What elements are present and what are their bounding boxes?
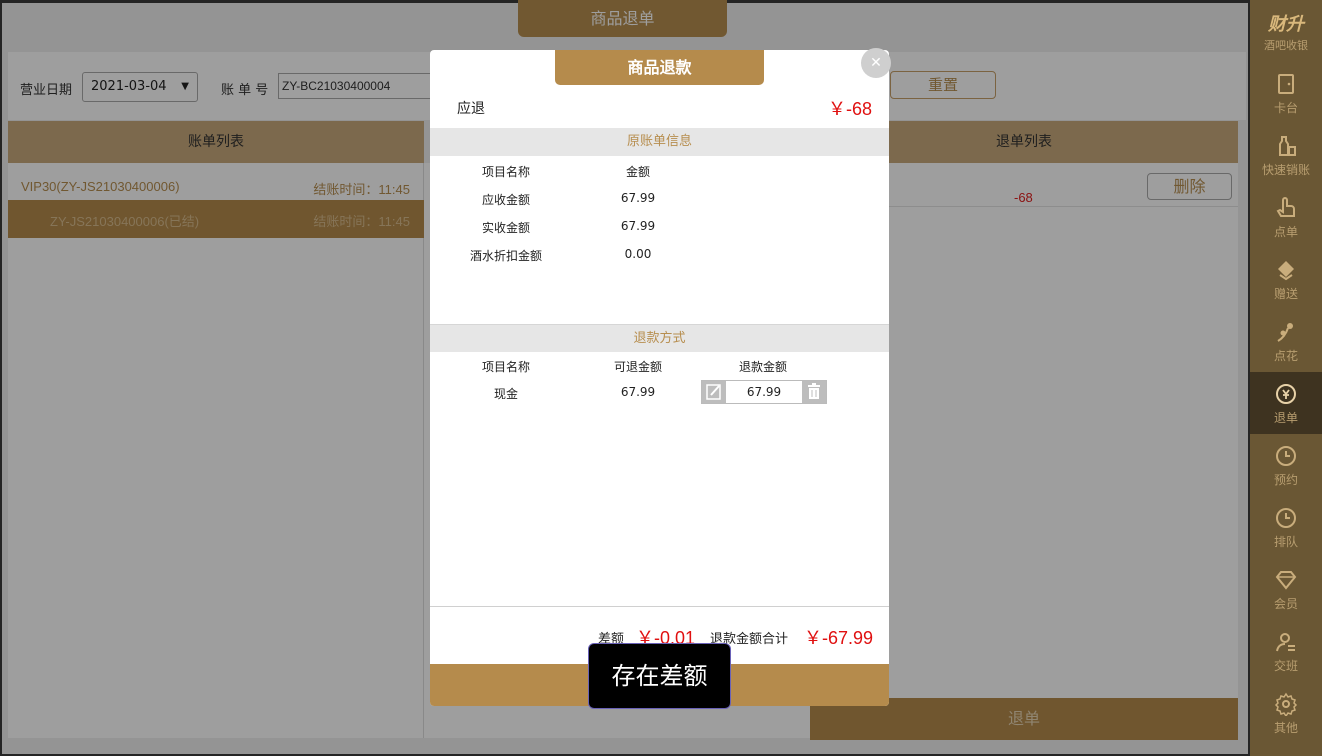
sidebar-item-member[interactable]: 会员: [1250, 558, 1322, 620]
refund-dialog: 商品退款 ✕ 应退 ￥-68 原账单信息 项目名称 金额 应收金额 67.99 …: [430, 48, 891, 706]
refund-amount-input[interactable]: 67.99: [726, 381, 802, 403]
row-label: 应收金额: [481, 193, 530, 207]
row-label: 酒水折扣金额: [469, 249, 542, 263]
close-icon[interactable]: ✕: [861, 48, 891, 78]
column-header: 项目名称: [481, 360, 530, 374]
refund-amount-editor: 67.99: [701, 380, 827, 404]
gear-icon: [1274, 692, 1298, 716]
sidebar-item-flower[interactable]: 点花: [1250, 310, 1322, 372]
sidebar-item-queue[interactable]: 排队: [1250, 496, 1322, 558]
sidebar-item-reserve[interactable]: 预约: [1250, 434, 1322, 496]
hand-pointer-icon: [1276, 197, 1295, 217]
original-bill-section-header: 原账单信息: [430, 128, 889, 156]
row-value: 0.00: [624, 247, 652, 261]
row-value: 67.99: [620, 191, 656, 205]
sidebar-item-label: 退单: [1273, 411, 1298, 425]
refund-method-section-header: 退款方式: [430, 324, 889, 352]
sidebar-item-shift[interactable]: 交班: [1250, 620, 1322, 682]
column-header: 金额: [625, 165, 650, 179]
sidebar-item-label: 点花: [1273, 349, 1298, 363]
user-handover-icon: [1276, 633, 1295, 652]
row-value: 67.99: [620, 219, 656, 233]
sidebar-item-label: 其他: [1273, 721, 1298, 735]
sidebar-item-label: 点单: [1273, 225, 1298, 239]
sidebar-item-label: 赠送: [1273, 287, 1298, 301]
sidebar-item-label: 卡台: [1273, 101, 1298, 115]
sidebar-item-order[interactable]: 点单: [1250, 186, 1322, 248]
sidebar-item-other[interactable]: 其他: [1250, 682, 1322, 744]
sidebar: 财升 酒吧收银 卡台 快速销账 点单 赠送 点花 退单 预约 排队 会员 交班 …: [1250, 0, 1322, 756]
sidebar-item-label: 快速销账: [1261, 163, 1310, 177]
column-header: 退款金额: [738, 360, 787, 374]
door-icon: [1278, 74, 1294, 94]
row-label: 实收金额: [481, 221, 530, 235]
sidebar-item-table[interactable]: 卡台: [1250, 62, 1322, 124]
payment-method-name: 现金: [493, 387, 518, 401]
brand: 财升 酒吧收银: [1250, 0, 1322, 62]
sidebar-item-gift[interactable]: 赠送: [1250, 248, 1322, 310]
flower-icon: [1277, 323, 1293, 342]
refund-total-value: ￥-67.99: [804, 628, 874, 648]
column-header: 可退金额: [613, 360, 662, 374]
divider: [430, 606, 889, 607]
sidebar-item-quick-sale[interactable]: 快速销账: [1250, 124, 1322, 186]
clock-icon: [1276, 508, 1296, 528]
sidebar-item-label: 排队: [1273, 535, 1298, 549]
refund-yen-icon: [1276, 384, 1296, 404]
sidebar-item-refund[interactable]: 退单: [1250, 372, 1322, 434]
trash-icon[interactable]: [802, 381, 826, 403]
toast-message: 存在差额: [588, 643, 731, 709]
sidebar-item-label: 交班: [1273, 659, 1298, 673]
bottle-icon: [1279, 136, 1296, 156]
due-label: 应退: [457, 101, 485, 117]
clock-icon: [1276, 446, 1296, 466]
dialog-title: 商品退款: [555, 50, 764, 85]
brand-subtitle: 酒吧收银: [1264, 39, 1308, 52]
diamond-icon: [1275, 571, 1297, 590]
screen: 商品退单 营业日期 2021-03-04 ▼ 账 单 号 ZY-BC210304…: [0, 0, 1322, 756]
sidebar-item-label: 会员: [1273, 597, 1298, 611]
column-header: 项目名称: [481, 165, 530, 179]
gift-icon: [1278, 261, 1294, 281]
due-value: ￥-68: [827, 99, 872, 119]
sidebar-item-label: 预约: [1273, 473, 1298, 487]
refundable-amount: 67.99: [620, 385, 656, 399]
brand-title: 财升: [1268, 14, 1304, 35]
edit-icon[interactable]: [702, 381, 726, 403]
